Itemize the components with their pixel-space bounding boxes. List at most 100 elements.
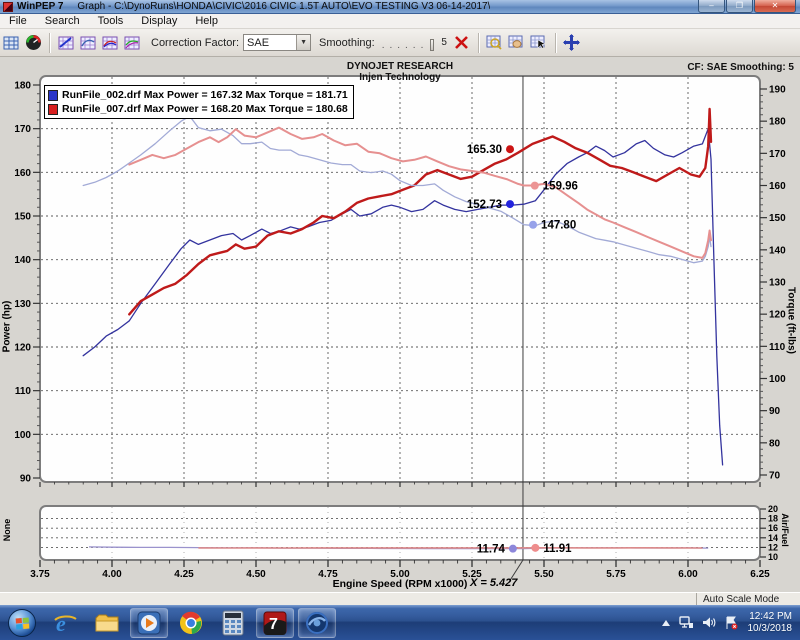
power-tick-label: 120 (14, 343, 31, 354)
power-tick-label: 90 (20, 474, 32, 485)
annotation-label: 11.91 (543, 543, 572, 555)
taskbar-calculator[interactable] (214, 608, 252, 638)
smoothing-label: Smoothing: (319, 37, 375, 49)
select-graph-icon[interactable] (529, 33, 549, 53)
show-hidden-icons[interactable] (661, 619, 671, 627)
close-button[interactable]: ✕ (754, 0, 796, 13)
graph-multi-icon[interactable] (100, 33, 120, 53)
taskbar-file-explorer[interactable] (88, 608, 126, 638)
annotation-label: 147.80 (541, 220, 576, 232)
torque-tick-label: 70 (769, 471, 781, 482)
af-tick-label: 12 (768, 542, 778, 552)
taskbar-clock[interactable]: 12:42 PM 10/3/2018 (748, 611, 793, 635)
cursor-readout: X = 5.427 (470, 577, 517, 589)
correction-factor-select[interactable]: SAE ▼ (243, 34, 311, 51)
title-bar: WinPEP 7 Graph - C:\DynoRuns\HONDA\CIVIC… (0, 0, 800, 14)
minimize-button[interactable]: – (698, 0, 725, 13)
annotation-dot (531, 182, 539, 190)
correction-note: CF: SAE Smoothing: 5 (687, 62, 794, 73)
clock-time: 12:42 PM (748, 611, 793, 623)
taskbar-internet-explorer[interactable]: e (46, 608, 84, 638)
toolbar-separator (555, 33, 556, 53)
x-tick-label: 3.75 (30, 569, 50, 580)
torque-tick-label: 170 (769, 149, 786, 160)
zoom-graph-icon[interactable] (485, 33, 505, 53)
power-tick-label: 180 (14, 81, 31, 92)
taskbar-chrome[interactable] (172, 608, 210, 638)
torque-tick-label: 190 (769, 85, 786, 96)
taskbar-media-player[interactable] (130, 608, 168, 638)
graph-overlay-icon[interactable] (122, 33, 142, 53)
annotation-dot (506, 200, 514, 208)
volume-icon[interactable] (702, 616, 716, 629)
annotation-label: 159.96 (543, 181, 578, 193)
menu-help[interactable]: Help (186, 15, 227, 27)
annotation-label: 152.73 (467, 199, 502, 211)
runs-table-icon[interactable] (1, 33, 21, 53)
torque-tick-label: 110 (769, 342, 786, 353)
x-tick-label: 5.75 (606, 569, 626, 580)
smoothing-slider[interactable]: ...... (382, 35, 435, 51)
network-icon[interactable] (679, 616, 694, 629)
legend-swatch-runfile007 (48, 104, 58, 115)
torque-axis-title: Torque (ft-lbs) (786, 279, 797, 363)
power-tick-label: 170 (14, 124, 31, 135)
slider-ticks: ...... (382, 41, 429, 51)
af-tick-label: 18 (768, 514, 778, 524)
taskbar-winpep[interactable]: 7 (256, 608, 294, 638)
annotation-dot (529, 221, 537, 229)
start-button[interactable] (8, 609, 36, 637)
annotation-label: 11.74 (477, 544, 506, 556)
delete-run-icon[interactable] (452, 33, 472, 53)
smoothing-value: 5 (441, 37, 447, 48)
toolbar: Correction Factor: SAE ▼ Smoothing: ....… (0, 29, 800, 57)
torque-tick-label: 90 (769, 406, 781, 417)
legend-row: RunFile_002.drf Max Power = 167.32 Max T… (48, 88, 348, 102)
annotation-dot (506, 145, 514, 153)
torque-tick-label: 160 (769, 181, 786, 192)
legend-label: RunFile_007.drf Max Power = 168.20 Max T… (62, 103, 348, 115)
power-axis-title: Power (hp) (2, 292, 13, 362)
chart-header: DYNOJET RESEARCH Injen Technology (300, 61, 500, 83)
app-name: WinPEP 7 (17, 1, 63, 12)
graph-torque-icon[interactable] (78, 33, 98, 53)
power-tick-label: 130 (14, 299, 31, 310)
chevron-down-icon[interactable]: ▼ (296, 35, 310, 50)
af-tick-label: 16 (768, 523, 778, 533)
power-tick-label: 140 (14, 255, 31, 266)
torque-tick-label: 150 (769, 213, 786, 224)
torque-tick-label: 100 (769, 374, 786, 385)
menu-file[interactable]: File (0, 15, 36, 27)
menu-bar: File Search Tools Display Help (0, 14, 800, 29)
slider-thumb[interactable] (430, 39, 434, 51)
x-tick-label: 4.50 (246, 569, 266, 580)
toolbar-separator (49, 33, 50, 53)
annotation-dot (531, 544, 539, 552)
legend-label: RunFile_002.drf Max Power = 167.32 Max T… (62, 89, 348, 101)
torque-tick-label: 130 (769, 278, 786, 289)
gauge-icon[interactable] (23, 33, 43, 53)
af-axis-title: Air/Fuel (780, 505, 790, 555)
action-center-flag-icon[interactable] (724, 616, 738, 630)
menu-display[interactable]: Display (132, 15, 186, 27)
svg-text:e: e (56, 611, 66, 636)
pan-graph-icon[interactable] (507, 33, 527, 53)
torque-tick-label: 80 (769, 438, 781, 449)
power-tick-label: 110 (15, 386, 32, 397)
windows-taskbar: e 7 (0, 605, 800, 640)
annotation-label: 165.30 (467, 144, 502, 156)
crosshair-icon[interactable] (562, 33, 582, 53)
menu-search[interactable]: Search (36, 15, 89, 27)
power-tick-label: 100 (14, 430, 31, 441)
graph-power-icon[interactable] (56, 33, 76, 53)
taskbar-dynojet-app[interactable] (298, 608, 336, 638)
status-bar: Auto Scale Mode (0, 592, 800, 605)
dyno-chart: 90 100 110 120 130 140 150 160 170 180 70 80 90 100 11… (0, 57, 800, 592)
torque-tick-label: 180 (769, 117, 786, 128)
correction-factor-label: Correction Factor: (151, 37, 239, 49)
legend: RunFile_002.drf Max Power = 167.32 Max T… (44, 85, 354, 119)
windows-logo-icon (16, 617, 30, 629)
annotation-dot (509, 545, 517, 553)
restore-button[interactable]: ❐ (726, 0, 753, 13)
menu-tools[interactable]: Tools (89, 15, 133, 27)
